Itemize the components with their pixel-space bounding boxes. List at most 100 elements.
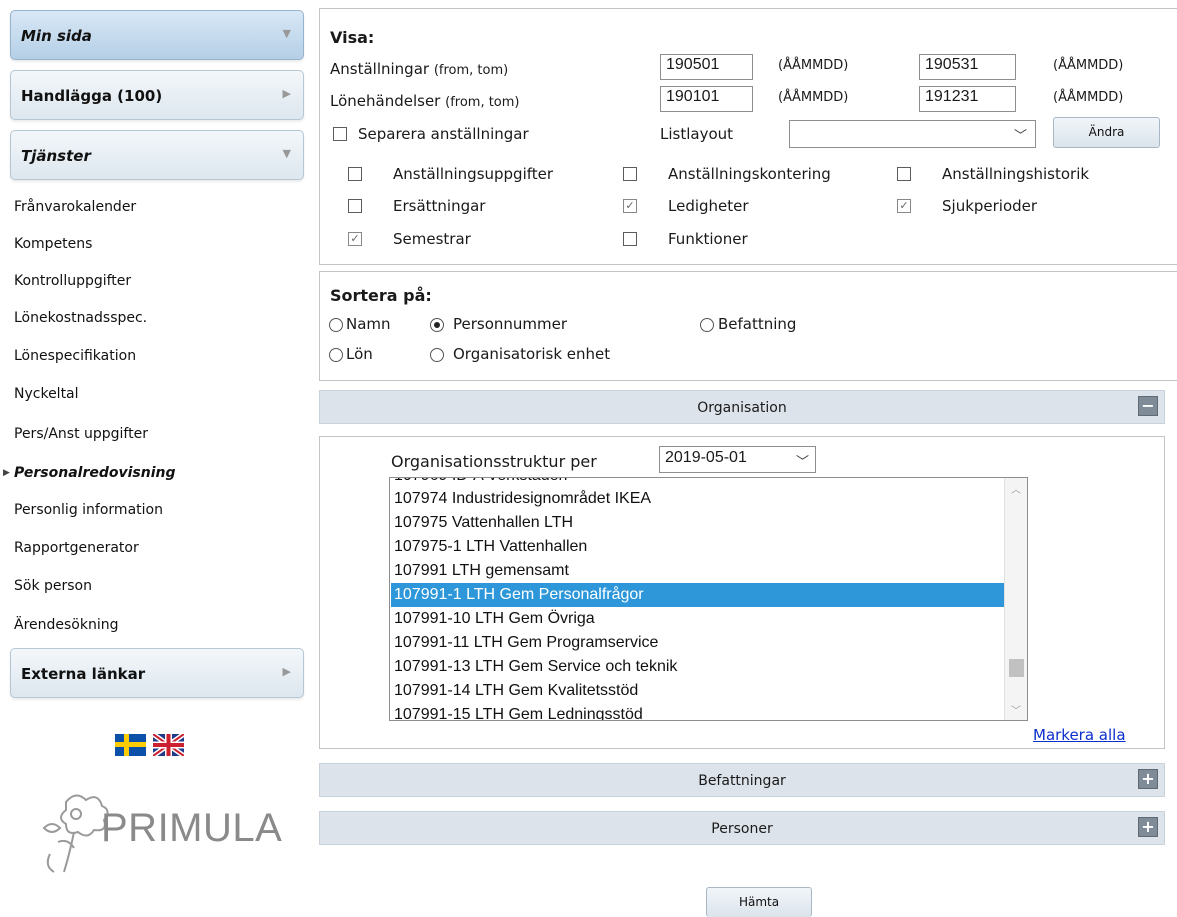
funktioner-label: Funktioner (668, 230, 748, 248)
sidebar-item-franvarokalender[interactable]: Frånvarokalender (14, 199, 136, 215)
personer-section-header[interactable]: Personer + (319, 811, 1165, 845)
expand-icon[interactable]: + (1138, 769, 1158, 789)
sjukperioder-checkbox[interactable]: ✓ (897, 199, 911, 213)
anstallningar-from-input[interactable]: 190501 (660, 54, 753, 80)
sidebar-item-label: Personalredovisning (14, 465, 176, 481)
sidebar-item-pers-anst-uppgifter[interactable]: Pers/Anst uppgifter (14, 426, 148, 442)
sidebar-item-personalredovisning[interactable]: ▶ Personalredovisning (3, 465, 176, 481)
sidebar-item-rapportgenerator[interactable]: Rapportgenerator (14, 540, 139, 556)
visa-heading: Visa: (330, 28, 375, 47)
hamta-button[interactable]: Hämta (706, 887, 812, 917)
chevron-right-icon: ▶ (282, 665, 291, 678)
nav-min-sida[interactable]: Min sida ▼ (10, 10, 304, 60)
list-item[interactable]: 107975 Vattenhallen LTH (391, 511, 1008, 535)
organisation-section-header[interactable]: Organisation − (319, 390, 1165, 424)
sort-organisatorisk-enhet-radio[interactable] (430, 348, 444, 362)
chevron-down-icon: ﹀ (795, 454, 809, 469)
anstallningshistorik-label: Anställningshistorik (942, 165, 1090, 183)
nav-handlagga-label: Handlägga (100) (21, 87, 163, 105)
scrollbar-thumb[interactable] (1009, 659, 1024, 677)
nav-tjanster[interactable]: Tjänster ▼ (10, 130, 304, 180)
sortera-heading: Sortera på: (330, 286, 432, 305)
chevron-down-icon: ▼ (282, 27, 291, 40)
separera-anstallningar-label: Separera anställningar (358, 125, 529, 143)
nav-externa-lankar-label: Externa länkar (21, 665, 146, 683)
sort-befattning-label: Befattning (718, 315, 797, 333)
list-item[interactable]: 107991-13 LTH Gem Service och teknik (391, 655, 1008, 679)
ersattningar-checkbox[interactable] (348, 199, 362, 213)
scroll-up-icon[interactable]: ︿ (1011, 481, 1021, 496)
sort-organisatorisk-enhet-label: Organisatorisk enhet (453, 345, 611, 363)
organisationsstruktur-date-select[interactable]: 2019-05-01 ﹀ (659, 446, 816, 473)
anstallningskontering-label: Anställningskontering (668, 165, 831, 183)
nav-handlagga[interactable]: Handlägga (100) ▶ (10, 70, 304, 120)
listbox-scrollbar[interactable]: ︿ ﹀ (1004, 478, 1027, 720)
lonehandelser-label: Lönehändelser (from, tom) (330, 92, 520, 110)
sort-namn-label: Namn (346, 315, 391, 333)
ersattningar-label: Ersättningar (393, 197, 486, 215)
date-format-hint: (ÅÅMMDD) (778, 58, 849, 73)
anstallningar-label: Anställningar (from, tom) (330, 60, 509, 78)
organisationsstruktur-date-value: 2019-05-01 (665, 449, 747, 466)
sidebar-item-lonespecifikation[interactable]: Lönespecifikation (14, 348, 136, 364)
swedish-flag-icon[interactable] (115, 734, 146, 756)
sidebar-item-lonekostnadsspec[interactable]: Lönekostnadsspec. (14, 310, 147, 326)
listlayout-select[interactable]: ﹀ (789, 120, 1036, 148)
date-format-hint: (ÅÅMMDD) (778, 90, 849, 105)
organisationsstruktur-label: Organisationsstruktur per (391, 452, 597, 471)
chevron-down-icon: ﹀ (1013, 129, 1027, 144)
markera-alla-link[interactable]: Markera alla (1033, 726, 1126, 744)
expand-icon[interactable]: + (1138, 817, 1158, 837)
list-item[interactable]: 107991-10 LTH Gem Övriga (391, 607, 1008, 631)
date-format-hint: (ÅÅMMDD) (1053, 58, 1124, 73)
date-format-hint: (ÅÅMMDD) (1053, 90, 1124, 105)
list-item[interactable]: 107991 LTH gemensamt (391, 559, 1008, 583)
sjukperioder-label: Sjukperioder (942, 197, 1038, 215)
ledigheter-label: Ledigheter (668, 197, 749, 215)
list-item[interactable]: 107991-15 LTH Gem Ledningsstöd (391, 703, 1008, 720)
funktioner-checkbox[interactable] (623, 232, 637, 246)
sidebar-item-nyckeltal[interactable]: Nyckeltal (14, 386, 79, 402)
sidebar-item-kompetens[interactable]: Kompetens (14, 236, 92, 252)
anstallningskontering-checkbox[interactable] (623, 167, 637, 181)
list-item-selected[interactable]: 107991-1 LTH Gem Personalfrågor (391, 583, 1008, 607)
sort-personnummer-radio[interactable] (430, 318, 444, 332)
sidebar-item-personlig-information[interactable]: Personlig information (14, 502, 163, 518)
sidebar-item-sok-person[interactable]: Sök person (14, 578, 92, 594)
listlayout-label: Listlayout (660, 125, 734, 143)
chevron-down-icon: ▼ (282, 147, 291, 160)
nav-externa-lankar[interactable]: Externa länkar ▶ (10, 648, 304, 698)
organisation-listbox[interactable]: 107969 ID-A Verkstaden 107974 Industride… (389, 477, 1028, 721)
sort-befattning-radio[interactable] (700, 318, 714, 332)
semestrar-checkbox[interactable]: ✓ (348, 232, 362, 246)
anstallningshistorik-checkbox[interactable] (897, 167, 911, 181)
sidebar-item-kontrolluppgifter[interactable]: Kontrolluppgifter (14, 273, 131, 289)
chevron-right-icon: ▶ (282, 87, 291, 100)
separera-anstallningar-checkbox[interactable] (333, 127, 347, 141)
sort-namn-radio[interactable] (329, 318, 343, 332)
semestrar-label: Semestrar (393, 230, 471, 248)
list-item[interactable]: 107991-14 LTH Gem Kvalitetsstöd (391, 679, 1008, 703)
befattningar-section-title: Befattningar (698, 773, 786, 789)
sort-personnummer-label: Personnummer (453, 315, 568, 333)
andra-button[interactable]: Ändra (1053, 117, 1160, 148)
collapse-icon[interactable]: − (1138, 396, 1158, 416)
ledigheter-checkbox[interactable]: ✓ (623, 199, 637, 213)
personer-section-title: Personer (711, 821, 773, 837)
uk-flag-icon[interactable] (153, 734, 184, 756)
lonehandelser-from-input[interactable]: 190101 (660, 86, 753, 112)
scroll-down-icon[interactable]: ﹀ (1011, 702, 1021, 717)
sort-lon-radio[interactable] (329, 348, 343, 362)
befattningar-section-header[interactable]: Befattningar + (319, 763, 1165, 797)
nav-min-sida-label: Min sida (21, 27, 92, 45)
list-item[interactable]: 107991-11 LTH Gem Programservice (391, 631, 1008, 655)
list-item[interactable]: 107974 Industridesignområdet IKEA (391, 487, 1008, 511)
anstallningar-tom-input[interactable]: 190531 (919, 54, 1016, 80)
lonehandelser-tom-input[interactable]: 191231 (919, 86, 1016, 112)
current-page-marker-icon: ▶ (3, 468, 10, 478)
anstallningsuppgifter-checkbox[interactable] (348, 167, 362, 181)
logo-text: PRIMULA (101, 806, 283, 850)
list-item[interactable]: 107975-1 LTH Vattenhallen (391, 535, 1008, 559)
nav-tjanster-label: Tjänster (21, 147, 91, 165)
sidebar-item-arendesokning[interactable]: Ärendesökning (14, 617, 119, 633)
